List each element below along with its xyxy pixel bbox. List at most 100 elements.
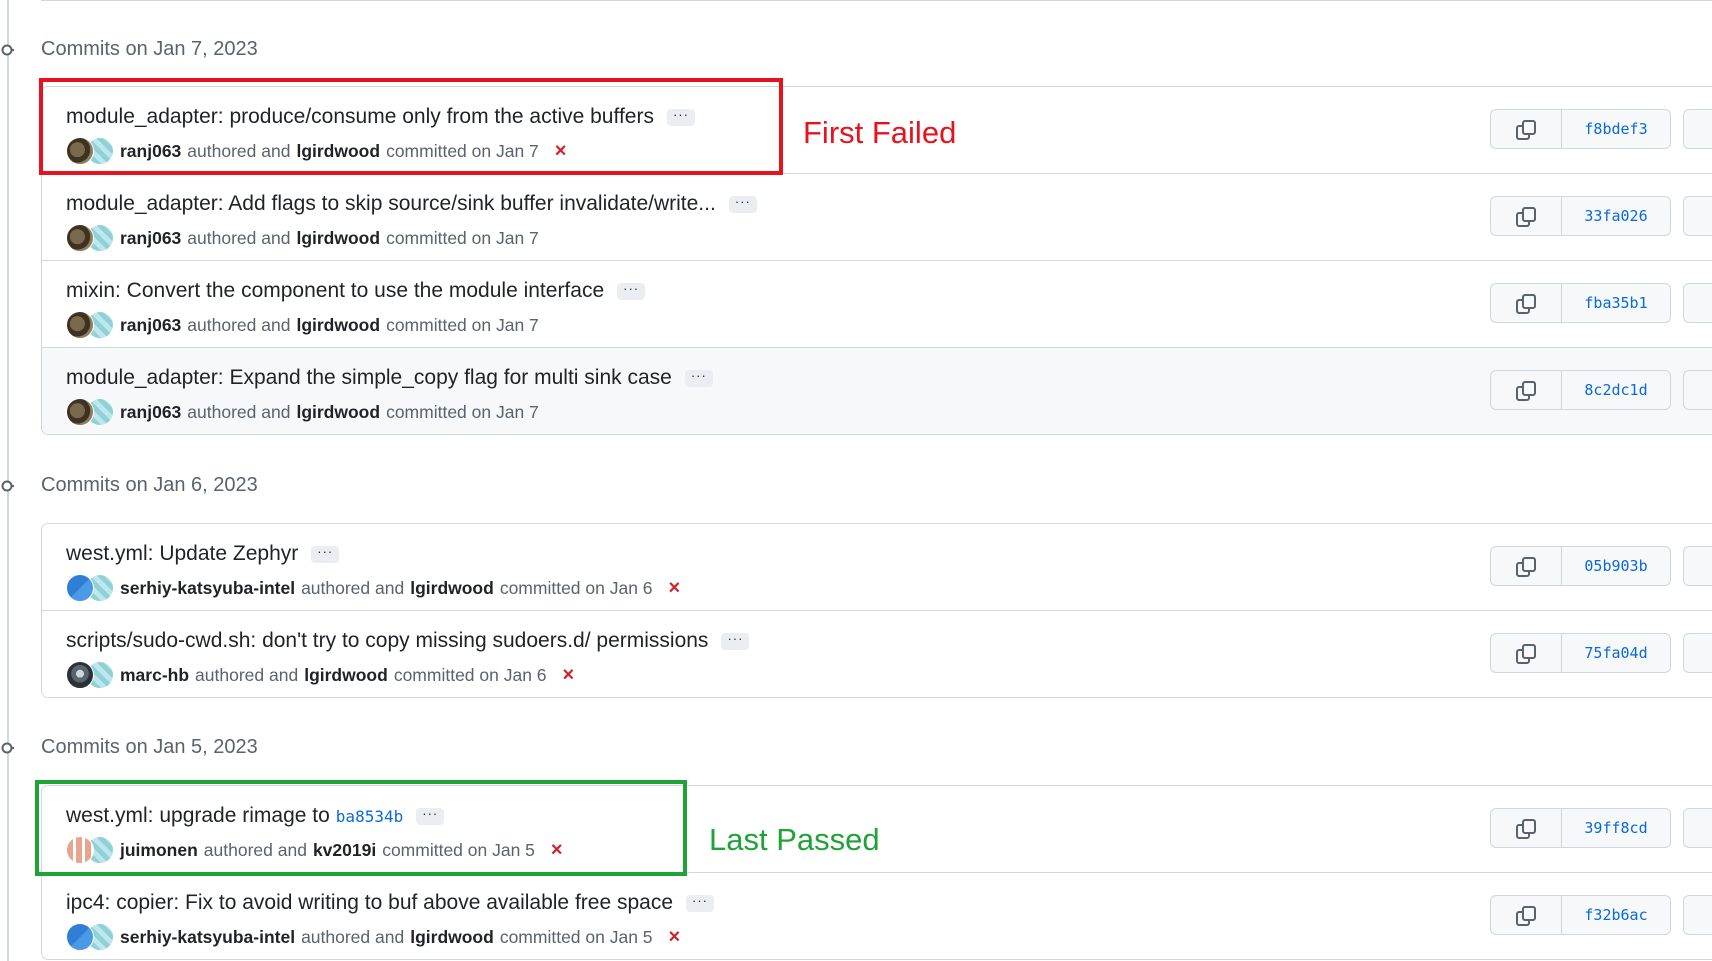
commit-message-link[interactable]: ipc4: copier: Fix to avoid writing to bu… bbox=[66, 891, 673, 915]
avatar-stack bbox=[66, 836, 114, 864]
browse-repo-button[interactable] bbox=[1683, 633, 1712, 673]
commit-group-header: Commits on Jan 6, 2023 bbox=[0, 470, 600, 500]
committer-link[interactable]: lgirdwood bbox=[296, 402, 380, 423]
avatar-stack bbox=[66, 137, 114, 165]
avatar[interactable] bbox=[66, 398, 94, 426]
copy-sha-button[interactable] bbox=[1490, 546, 1562, 586]
authored-text: authored and bbox=[187, 401, 291, 422]
authored-text: authored and bbox=[187, 227, 291, 248]
commit-sha-link[interactable]: fba35b1 bbox=[1561, 283, 1671, 323]
committed-date: committed on Jan 7 bbox=[386, 401, 539, 422]
copy-icon bbox=[1516, 207, 1536, 227]
committer-link[interactable]: lgirdwood bbox=[304, 665, 388, 686]
committed-date: committed on Jan 5 bbox=[499, 926, 653, 947]
commit-message-link[interactable]: module_adapter: Add flags to skip source… bbox=[66, 192, 716, 216]
committer-link[interactable]: lgirdwood bbox=[410, 578, 494, 599]
commit-row[interactable]: west.yml: Update Zephyr ··· serhiy-katsyu… bbox=[42, 524, 1712, 610]
commit-message-link[interactable]: scripts/sudo-cwd.sh: don't try to copy m… bbox=[66, 629, 708, 653]
avatar[interactable] bbox=[66, 137, 94, 165]
commit-group-title: Commits on Jan 7, 2023 bbox=[41, 38, 258, 60]
copy-sha-button[interactable] bbox=[1490, 283, 1562, 323]
committed-date: committed on Jan 6 bbox=[393, 664, 547, 685]
expand-message-button[interactable]: ··· bbox=[684, 369, 713, 387]
avatar-stack bbox=[66, 311, 114, 339]
copy-icon bbox=[1516, 819, 1536, 839]
browse-repo-button[interactable] bbox=[1683, 895, 1712, 935]
last-passed-highlight-box bbox=[35, 780, 687, 876]
committed-date: committed on Jan 6 bbox=[499, 577, 653, 598]
expand-message-button[interactable]: ··· bbox=[721, 632, 750, 650]
git-commit-icon bbox=[1, 480, 14, 492]
copy-sha-button[interactable] bbox=[1490, 109, 1562, 149]
browse-repo-button[interactable] bbox=[1683, 283, 1712, 323]
git-commit-icon bbox=[1, 44, 14, 56]
author-link[interactable]: ranj063 bbox=[120, 402, 181, 423]
first-failed-label: First Failed bbox=[803, 115, 957, 150]
expand-message-button[interactable]: ··· bbox=[617, 282, 646, 300]
author-link[interactable]: serhiy-katsyuba-intel bbox=[120, 927, 295, 948]
commit-sha-link[interactable]: 39ff8cd bbox=[1561, 808, 1671, 848]
commit-message-link[interactable]: module_adapter: Expand the simple_copy f… bbox=[66, 366, 672, 390]
commit-row[interactable]: ipc4: copier: Fix to avoid writing to bu… bbox=[42, 872, 1712, 959]
commit-message-link[interactable]: mixin: Convert the component to use the … bbox=[66, 279, 604, 303]
author-link[interactable]: ranj063 bbox=[120, 315, 181, 336]
committer-link[interactable]: lgirdwood bbox=[296, 228, 380, 249]
avatar[interactable] bbox=[66, 574, 94, 602]
commit-sha-link[interactable]: 8c2dc1d bbox=[1561, 370, 1671, 410]
copy-sha-button[interactable] bbox=[1490, 633, 1562, 673]
commit-sha-link[interactable]: f32b6ac bbox=[1561, 895, 1671, 935]
last-passed-label: Last Passed bbox=[709, 822, 880, 857]
browse-repo-button[interactable] bbox=[1683, 109, 1712, 149]
avatar[interactable] bbox=[66, 923, 94, 951]
authored-text: authored and bbox=[301, 926, 405, 947]
x-icon[interactable]: × bbox=[563, 665, 575, 685]
copy-sha-button[interactable] bbox=[1490, 196, 1562, 236]
commit-sha-link[interactable]: 75fa04d bbox=[1561, 633, 1671, 673]
commit-group-header: Commits on Jan 7, 2023 bbox=[0, 34, 600, 64]
copy-icon bbox=[1516, 644, 1536, 664]
author-link[interactable]: ranj063 bbox=[120, 228, 181, 249]
avatar[interactable] bbox=[66, 311, 94, 339]
expand-message-button[interactable]: ··· bbox=[728, 195, 757, 213]
commit-message-link[interactable]: west.yml: Update Zephyr bbox=[66, 542, 298, 566]
avatar[interactable] bbox=[66, 836, 94, 864]
commit-row[interactable]: mixin: Convert the component to use the … bbox=[42, 260, 1712, 347]
copy-icon bbox=[1516, 120, 1536, 140]
first-failed-highlight-box bbox=[39, 78, 783, 175]
browse-repo-button[interactable] bbox=[1683, 196, 1712, 236]
avatar[interactable] bbox=[66, 224, 94, 252]
commit-group-header: Commits on Jan 5, 2023 bbox=[0, 732, 600, 762]
authored-text: authored and bbox=[187, 314, 291, 335]
top-divider bbox=[41, 0, 1712, 1]
expand-message-button[interactable]: ··· bbox=[311, 545, 340, 563]
committer-link[interactable]: lgirdwood bbox=[296, 315, 380, 336]
browse-repo-button[interactable] bbox=[1683, 370, 1712, 410]
expand-message-button[interactable]: ··· bbox=[686, 894, 715, 912]
authored-text: authored and bbox=[301, 577, 405, 598]
commit-sha-link[interactable]: 33fa026 bbox=[1561, 196, 1671, 236]
committed-date: committed on Jan 7 bbox=[386, 227, 539, 248]
avatar-stack bbox=[66, 574, 114, 602]
avatar-stack bbox=[66, 224, 114, 252]
commit-sha-link[interactable]: 05b903b bbox=[1561, 546, 1671, 586]
x-icon[interactable]: × bbox=[669, 927, 681, 947]
copy-sha-button[interactable] bbox=[1490, 370, 1562, 410]
author-link[interactable]: marc-hb bbox=[120, 665, 189, 686]
commit-row[interactable]: module_adapter: Expand the simple_copy f… bbox=[42, 347, 1712, 434]
copy-icon bbox=[1516, 906, 1536, 926]
commit-row[interactable]: module_adapter: Add flags to skip source… bbox=[42, 173, 1712, 260]
committed-date: committed on Jan 7 bbox=[386, 314, 539, 335]
author-link[interactable]: serhiy-katsyuba-intel bbox=[120, 578, 295, 599]
commit-row[interactable]: scripts/sudo-cwd.sh: don't try to copy m… bbox=[42, 610, 1712, 697]
git-commit-icon bbox=[1, 742, 14, 754]
browse-repo-button[interactable] bbox=[1683, 808, 1712, 848]
copy-sha-button[interactable] bbox=[1490, 808, 1562, 848]
avatar[interactable] bbox=[66, 661, 94, 689]
committer-link[interactable]: lgirdwood bbox=[410, 927, 494, 948]
commit-list: west.yml: Update Zephyr ··· serhiy-katsyu… bbox=[41, 523, 1712, 698]
copy-sha-button[interactable] bbox=[1490, 895, 1562, 935]
commit-group-title: Commits on Jan 5, 2023 bbox=[41, 736, 258, 758]
commit-sha-link[interactable]: f8bdef3 bbox=[1561, 109, 1671, 149]
x-icon[interactable]: × bbox=[669, 578, 681, 598]
browse-repo-button[interactable] bbox=[1683, 546, 1712, 586]
